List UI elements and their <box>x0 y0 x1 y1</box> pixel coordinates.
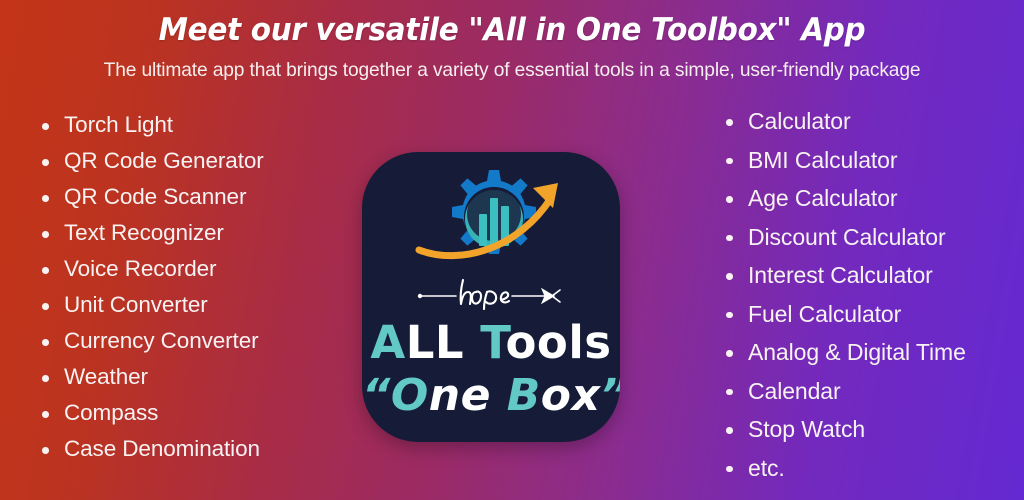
list-item: Compass <box>36 401 318 425</box>
page-title: Meet our versatile "All in One Toolbox" … <box>158 12 866 48</box>
brand-letter-o: O <box>390 370 429 421</box>
right-feature-list: Calculator BMI Calculator Age Calculator… <box>720 110 1024 480</box>
list-item: Text Recognizer <box>36 221 318 245</box>
right-feature-column: Calculator BMI Calculator Age Calculator… <box>706 104 1024 495</box>
list-item: Calculator <box>720 110 1024 133</box>
page-subtitle: The ultimate app that brings together a … <box>103 58 921 81</box>
list-item: Voice Recorder <box>36 257 318 281</box>
brand-letter-t: T <box>480 316 506 369</box>
brand-letters-ne: ne <box>428 370 491 421</box>
list-item: Analog & Digital Time <box>720 341 1024 364</box>
quote-close: ” <box>600 370 620 421</box>
list-item: Unit Converter <box>36 293 318 317</box>
app-brand-line-2: “One Box” <box>362 374 620 418</box>
list-item: BMI Calculator <box>720 148 1024 172</box>
app-icon[interactable]: ALL Tools “One Box” <box>362 152 620 442</box>
banner-header: Meet our versatile "All in One Toolbox" … <box>0 0 1024 82</box>
brand-letter-a: A <box>370 316 406 369</box>
hope-script-arrow-icon <box>408 274 574 315</box>
left-feature-list: Torch Light QR Code Generator QR Code Sc… <box>36 113 318 461</box>
list-item: QR Code Scanner <box>36 185 318 209</box>
brand-letters-ll: LL <box>405 316 465 369</box>
app-icon-container[interactable]: ALL Tools “One Box” <box>362 152 620 442</box>
list-item: etc. <box>720 456 1024 480</box>
brand-letters-ox: ox <box>540 370 601 421</box>
list-item: Currency Converter <box>36 329 318 353</box>
gear-chart-arrow-icon <box>401 162 581 287</box>
left-feature-column: Torch Light QR Code Generator QR Code Sc… <box>0 104 318 474</box>
quote-open: “ <box>362 370 391 421</box>
list-item: Interest Calculator <box>720 264 1024 287</box>
list-item: Age Calculator <box>720 187 1024 210</box>
list-item: Stop Watch <box>720 418 1024 441</box>
list-item: Case Denomination <box>36 437 318 461</box>
app-brand-line-1: ALL Tools <box>362 320 620 365</box>
brand-letter-b: B <box>506 370 541 421</box>
list-item: Calendar <box>720 379 1024 403</box>
brand-letters-ools: ools <box>505 316 612 369</box>
list-item: Fuel Calculator <box>720 302 1024 326</box>
list-item: QR Code Generator <box>36 149 318 173</box>
list-item: Discount Calculator <box>720 225 1024 249</box>
list-item: Weather <box>36 365 318 389</box>
list-item: Torch Light <box>36 113 318 137</box>
